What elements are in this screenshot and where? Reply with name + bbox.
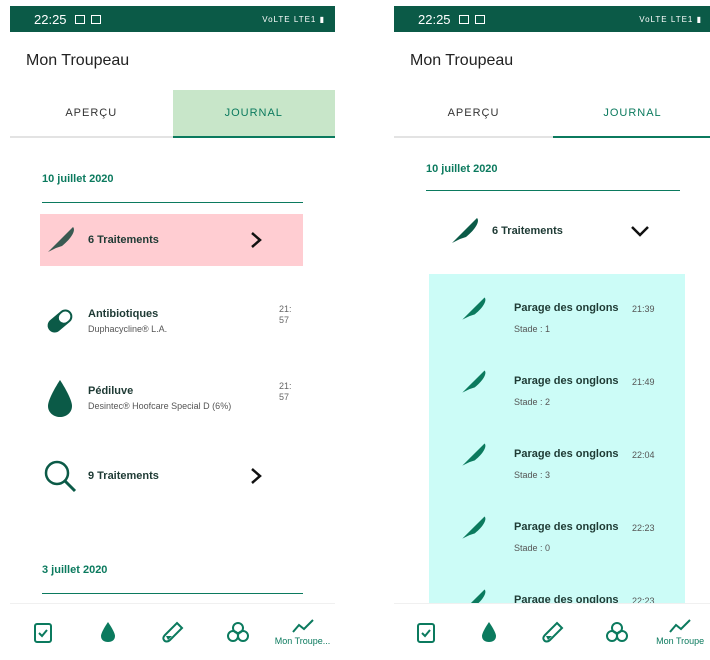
nav-biohazard[interactable] bbox=[205, 621, 270, 643]
treatment-stage: Stade : 3 bbox=[514, 470, 551, 480]
item-time: 21:57 bbox=[279, 304, 292, 325]
page-title: Mon Troupeau bbox=[26, 52, 130, 69]
date-header: 10 juillet 2020 bbox=[426, 163, 498, 175]
treatment-label: Parage des onglons bbox=[514, 521, 619, 533]
bottom-nav: Mon Troupe... bbox=[10, 603, 335, 660]
scalpel-icon bbox=[462, 370, 486, 393]
treatment-row[interactable]: Parage des onglons 21:49 Stade : 2 bbox=[429, 347, 685, 420]
status-time: 22:25 bbox=[34, 11, 67, 27]
item-time: 21:57 bbox=[279, 381, 292, 402]
date-header: 10 juillet 2020 bbox=[42, 173, 114, 185]
item-label: Pédiluve bbox=[88, 385, 134, 397]
test-tube-icon bbox=[542, 621, 564, 643]
treatment-label: Parage des onglons bbox=[514, 448, 619, 460]
biohazard-icon bbox=[605, 622, 628, 642]
scalpel-icon bbox=[40, 220, 80, 260]
nav-drop[interactable] bbox=[458, 621, 522, 643]
page-title: Mon Troupeau bbox=[410, 52, 514, 69]
treatment-stage: Stade : 0 bbox=[514, 543, 551, 553]
drop-icon bbox=[100, 622, 115, 642]
treatment-time: 21:49 bbox=[632, 377, 655, 387]
tab-journal[interactable]: JOURNAL bbox=[553, 90, 710, 138]
treatment-row[interactable]: Parage des onglons 22:23 Stade : 0 bbox=[429, 493, 685, 566]
group-label: 6 Traitements bbox=[88, 234, 159, 246]
pill-icon bbox=[40, 301, 80, 341]
test-tube-icon bbox=[161, 621, 183, 643]
network-label: VoLTE LTE1 bbox=[262, 14, 317, 24]
list-item[interactable]: Pédiluve Desintec® Hoofcare Special D (6… bbox=[40, 373, 303, 423]
check-notification-icon bbox=[90, 14, 101, 24]
tab-journal[interactable]: JOURNAL bbox=[172, 90, 335, 138]
scalpel-icon bbox=[462, 516, 486, 539]
search-icon bbox=[40, 456, 80, 496]
phone-screen-right: 22:25 VoLTE LTE1 ▮ Mon Troupeau APERÇU J… bbox=[394, 6, 710, 660]
chevron-right-icon[interactable] bbox=[249, 467, 263, 485]
image-notification-icon bbox=[458, 14, 469, 24]
treatment-row[interactable]: Parage des onglons 22:04 Stade : 3 bbox=[429, 420, 685, 493]
check-notification-icon bbox=[474, 14, 485, 24]
treatment-group-row[interactable]: 9 Traitements bbox=[40, 451, 303, 501]
drop-icon bbox=[482, 622, 497, 642]
phone-screen-left: 22:25 VoLTE LTE1 ▮ Mon Troupeau APERÇU J… bbox=[10, 6, 335, 660]
status-time: 22:25 bbox=[418, 11, 451, 27]
nav-biohazard[interactable] bbox=[585, 621, 649, 643]
tab-apercu[interactable]: APERÇU bbox=[10, 90, 173, 136]
treatment-time: 21:39 bbox=[632, 304, 655, 314]
tab-bar: APERÇU JOURNAL bbox=[10, 90, 335, 138]
item-label: Antibiotiques bbox=[88, 308, 159, 320]
nav-tasks[interactable] bbox=[10, 621, 75, 643]
treatment-group-row[interactable]: 6 Traitements bbox=[40, 214, 303, 266]
nav-mon-troupeau[interactable]: Mon Troupe... bbox=[270, 618, 335, 646]
item-sub: Duphacycline® L.A. bbox=[88, 324, 168, 334]
treatment-label: Parage des onglons bbox=[514, 302, 619, 314]
item-sub: Desintec® Hoofcare Special D (6%) bbox=[88, 401, 232, 411]
status-bar: 22:25 VoLTE LTE1 ▮ bbox=[394, 6, 710, 32]
signal-battery-icons: VoLTE LTE1 ▮ bbox=[262, 14, 325, 24]
date-divider bbox=[426, 190, 680, 191]
nav-test[interactable] bbox=[140, 621, 205, 643]
date-divider bbox=[42, 202, 303, 203]
treatment-stage: Stade : 1 bbox=[514, 324, 551, 334]
nav-mon-troupeau[interactable]: Mon Troupe bbox=[648, 618, 710, 646]
signal-battery-icons: VoLTE LTE1 ▮ bbox=[639, 14, 702, 24]
biohazard-icon bbox=[226, 622, 249, 642]
status-bar: 22:25 VoLTE LTE1 ▮ bbox=[10, 6, 335, 32]
nav-test[interactable] bbox=[521, 621, 585, 643]
trend-chart-icon bbox=[291, 619, 314, 633]
treatment-label: Parage des onglons bbox=[514, 375, 619, 387]
treatments-panel: Parage des onglons 21:39 Stade : 1 Parag… bbox=[429, 274, 685, 614]
scalpel-icon bbox=[462, 297, 486, 320]
bottom-nav: Mon Troupe bbox=[394, 603, 710, 660]
group-label: 6 Traitements bbox=[492, 225, 563, 237]
image-notification-icon bbox=[74, 14, 85, 24]
treatment-time: 22:04 bbox=[632, 450, 655, 460]
date-header: 3 juillet 2020 bbox=[42, 564, 108, 576]
scalpel-icon bbox=[462, 443, 486, 466]
drop-icon bbox=[40, 378, 80, 418]
scalpel-icon bbox=[444, 211, 484, 251]
list-item[interactable]: Antibiotiques Duphacycline® L.A. 21:57 bbox=[40, 296, 303, 346]
tab-apercu[interactable]: APERÇU bbox=[394, 90, 553, 136]
nav-label: Mon Troupe bbox=[656, 636, 705, 646]
treatment-time: 22:23 bbox=[632, 523, 655, 533]
tab-bar: APERÇU JOURNAL bbox=[394, 90, 710, 138]
treatment-row[interactable]: Parage des onglons 21:39 Stade : 1 bbox=[429, 274, 685, 347]
treatment-stage: Stade : 2 bbox=[514, 397, 551, 407]
treatment-group-row[interactable]: 6 Traitements bbox=[444, 206, 680, 256]
chevron-right-icon[interactable] bbox=[249, 231, 263, 249]
clipboard-check-icon bbox=[33, 623, 52, 643]
network-label: VoLTE LTE1 bbox=[639, 14, 694, 24]
group-label: 9 Traitements bbox=[88, 470, 159, 482]
trend-chart-icon bbox=[669, 619, 691, 633]
chevron-down-icon[interactable] bbox=[630, 224, 650, 238]
nav-tasks[interactable] bbox=[394, 621, 458, 643]
clipboard-check-icon bbox=[416, 623, 435, 643]
nav-label: Mon Troupe... bbox=[274, 636, 331, 646]
date-divider bbox=[42, 593, 303, 594]
nav-drop[interactable] bbox=[75, 621, 140, 643]
